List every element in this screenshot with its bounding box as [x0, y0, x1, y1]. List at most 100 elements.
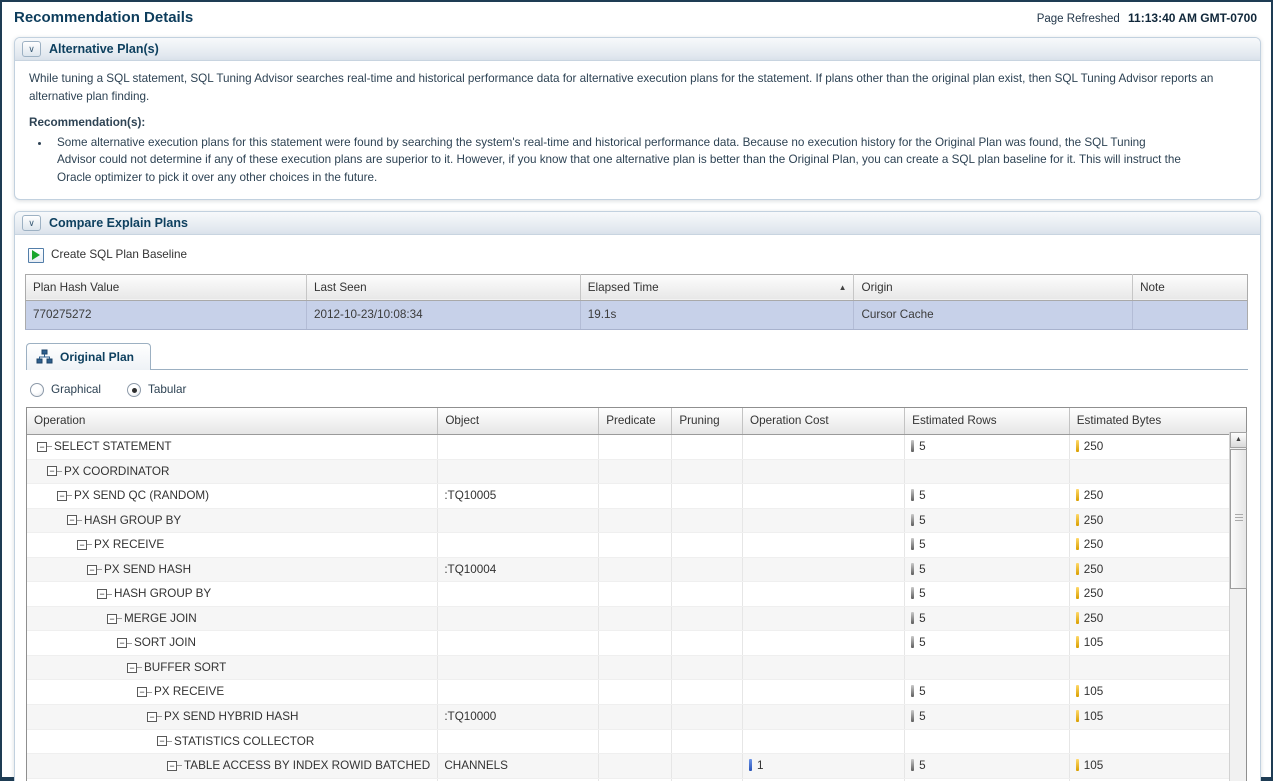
col-operation[interactable]: Operation — [27, 408, 438, 434]
col-note[interactable]: Note — [1133, 274, 1248, 301]
col-last-seen[interactable]: Last Seen — [307, 274, 581, 301]
operation-row[interactable]: −BUFFER SORT — [27, 655, 1246, 680]
operation-cell: −PX SEND HASH — [27, 557, 438, 582]
estimated-rows-cell: 5 — [905, 484, 1070, 509]
collapse-node-icon[interactable]: − — [57, 491, 67, 501]
page-refreshed: Page Refreshed 11:13:40 AM GMT-0700 — [1037, 11, 1257, 25]
operation-cost-cell — [743, 655, 905, 680]
estimated-bytes-cell: 105 — [1069, 705, 1246, 730]
estimated-rows-cell-value: 5 — [919, 563, 926, 576]
operation-row[interactable]: −STATISTICS COLLECTOR — [27, 729, 1246, 754]
collapse-node-icon[interactable]: − — [37, 442, 47, 452]
estimated-rows-cell-value: 5 — [919, 685, 926, 698]
estimated-bytes-cell — [1069, 459, 1246, 484]
tab-original-plan[interactable]: Original Plan — [26, 343, 151, 370]
cost-bar-icon — [749, 759, 752, 771]
estimated-rows-cell — [905, 729, 1070, 754]
pruning-cell — [672, 729, 743, 754]
operation-row[interactable]: −HASH GROUP BY5250 — [27, 508, 1246, 533]
collapse-node-icon[interactable]: − — [147, 712, 157, 722]
col-object[interactable]: Object — [438, 408, 599, 434]
page-refreshed-label: Page Refreshed — [1037, 13, 1120, 25]
operation-row[interactable]: −PX SEND QC (RANDOM):TQ100055250 — [27, 484, 1246, 509]
collapse-node-icon[interactable]: − — [97, 589, 107, 599]
chevron-down-icon[interactable]: ∨ — [22, 215, 41, 231]
estimated-bytes-cell: 250 — [1069, 484, 1246, 509]
collapse-node-icon[interactable]: − — [117, 638, 127, 648]
operation-row[interactable]: −SELECT STATEMENT5250 — [27, 435, 1246, 460]
radio-tabular[interactable]: Tabular — [127, 381, 186, 399]
operation-row[interactable]: −TABLE ACCESS BY INDEX ROWID BATCHEDCHAN… — [27, 754, 1246, 779]
col-predicate[interactable]: Predicate — [599, 408, 672, 434]
estimated-bytes-cell: 250 — [1069, 533, 1246, 558]
collapse-node-icon[interactable]: − — [47, 466, 57, 476]
operation-row[interactable]: −PX RECEIVE5250 — [27, 533, 1246, 558]
col-origin[interactable]: Origin — [854, 274, 1133, 301]
plan-operations-container: Operation Object Predicate Pruning Opera… — [26, 407, 1247, 781]
plans-table: Plan Hash Value Last Seen Elapsed Time▲ … — [25, 274, 1248, 330]
estimated-bytes-cell-value: 250 — [1084, 514, 1104, 527]
pruning-cell — [672, 435, 743, 460]
rows-bar-icon — [911, 612, 914, 624]
operation-row[interactable]: −PX SEND HASH:TQ100045250 — [27, 557, 1246, 582]
collapse-node-icon[interactable]: − — [127, 663, 137, 673]
operation-label: SORT JOIN — [134, 634, 196, 652]
scrollbar-thumb[interactable] — [1230, 449, 1247, 589]
page-title: Recommendation Details — [14, 9, 193, 26]
estimated-bytes-cell: 250 — [1069, 435, 1246, 460]
operation-row[interactable]: −PX SEND HYBRID HASH:TQ100005105 — [27, 705, 1246, 730]
col-elapsed-time[interactable]: Elapsed Time▲ — [580, 274, 854, 301]
col-plan-hash-value[interactable]: Plan Hash Value — [26, 274, 307, 301]
estimated-rows-cell: 5 — [905, 435, 1070, 460]
estimated-rows-cell-value: 5 — [919, 612, 926, 625]
estimated-bytes-cell-value: 250 — [1084, 538, 1104, 551]
last-seen: 2012-10-23/10:08:34 — [307, 301, 581, 330]
operation-row[interactable]: −MERGE JOIN5250 — [27, 606, 1246, 631]
create-sql-plan-baseline-button[interactable]: Create SQL Plan Baseline — [28, 246, 187, 264]
plan-row-selected[interactable]: 770275272 2012-10-23/10:08:34 19.1s Curs… — [26, 301, 1248, 330]
bytes-bar-icon — [1076, 514, 1079, 526]
collapse-node-icon[interactable]: − — [87, 565, 97, 575]
predicate-cell — [599, 508, 672, 533]
rows-bar-icon — [911, 514, 914, 526]
operation-row[interactable]: −PX COORDINATOR — [27, 459, 1246, 484]
operation-cost-cell — [743, 459, 905, 484]
bytes-bar-icon — [1076, 710, 1079, 722]
operation-cost-cell — [743, 729, 905, 754]
object-cell — [438, 459, 599, 484]
operation-row[interactable]: −PX RECEIVE5105 — [27, 680, 1246, 705]
operation-cost-cell — [743, 435, 905, 460]
col-operation-cost[interactable]: Operation Cost — [743, 408, 905, 434]
estimated-rows-cell: 5 — [905, 631, 1070, 656]
operation-cost-cell — [743, 484, 905, 509]
col-pruning[interactable]: Pruning — [672, 408, 743, 434]
estimated-rows-cell-value: 5 — [919, 636, 926, 649]
col-estimated-bytes[interactable]: Estimated Bytes — [1069, 408, 1246, 434]
collapse-node-icon[interactable]: − — [107, 614, 117, 624]
collapse-node-icon[interactable]: − — [67, 515, 77, 525]
vertical-scrollbar[interactable]: ▲ ▼ — [1229, 432, 1246, 781]
predicate-cell — [599, 705, 672, 730]
estimated-bytes-cell: 250 — [1069, 606, 1246, 631]
collapse-node-icon[interactable]: − — [167, 761, 177, 771]
collapse-node-icon[interactable]: − — [157, 736, 167, 746]
object-cell — [438, 680, 599, 705]
rows-bar-icon — [911, 636, 914, 648]
recommendations-label: Recommendation(s): — [29, 114, 1244, 132]
col-estimated-rows[interactable]: Estimated Rows — [905, 408, 1070, 434]
radio-graphical[interactable]: Graphical — [30, 381, 101, 399]
chevron-down-icon[interactable]: ∨ — [22, 41, 41, 57]
operation-row[interactable]: −HASH GROUP BY5250 — [27, 582, 1246, 607]
scroll-up-button[interactable]: ▲ — [1230, 432, 1247, 448]
operation-label: STATISTICS COLLECTOR — [174, 733, 314, 751]
estimated-bytes-cell-value: 105 — [1084, 636, 1104, 649]
estimated-bytes-cell-value: 105 — [1084, 685, 1104, 698]
predicate-cell — [599, 606, 672, 631]
create-sql-plan-baseline-label: Create SQL Plan Baseline — [51, 246, 187, 264]
estimated-rows-cell-value: 5 — [919, 440, 926, 453]
object-cell — [438, 533, 599, 558]
collapse-node-icon[interactable]: − — [77, 540, 87, 550]
bytes-bar-icon — [1076, 685, 1079, 697]
collapse-node-icon[interactable]: − — [137, 687, 147, 697]
operation-row[interactable]: −SORT JOIN 5 105 — [27, 631, 1246, 656]
